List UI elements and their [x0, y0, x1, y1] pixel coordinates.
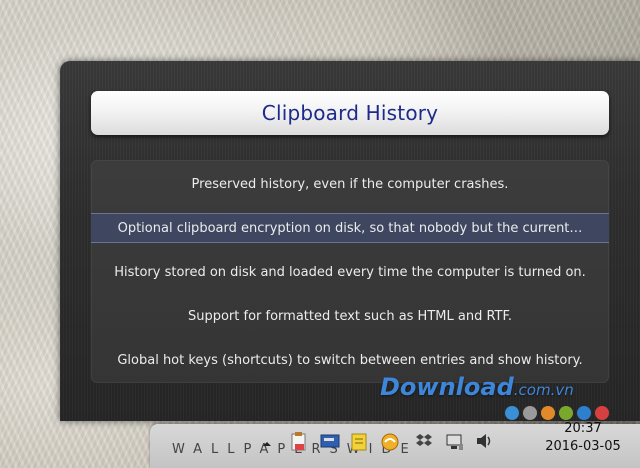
note-icon[interactable] — [350, 432, 368, 451]
watermark-logo: Download.com.vn — [380, 373, 574, 401]
list-item-text: Support for formatted text such as HTML … — [187, 308, 513, 324]
clock-date: 2016-03-05 — [545, 439, 621, 454]
list-item[interactable]: History stored on disk and loaded every … — [91, 257, 609, 287]
clock-time: 20:37 — [564, 421, 602, 436]
network-icon[interactable] — [445, 432, 463, 450]
sync-icon[interactable] — [380, 432, 399, 451]
clipboard-icon[interactable] — [290, 432, 308, 451]
list-item-selected[interactable]: Optional clipboard encryption on disk, s… — [91, 213, 609, 243]
list-item-text: Global hot keys (shortcuts) to switch be… — [117, 352, 583, 368]
dot — [577, 406, 591, 420]
list-item[interactable]: Global hot keys (shortcuts) to switch be… — [91, 345, 609, 375]
list-item-text: Preserved history, even if the computer … — [191, 176, 509, 192]
dropbox-icon[interactable] — [415, 432, 433, 450]
watermark-dots — [505, 406, 609, 420]
chevron-up-icon[interactable] — [260, 436, 278, 454]
dot — [523, 406, 537, 420]
watermark-main: Download — [380, 373, 514, 401]
dot — [541, 406, 555, 420]
window-title: Clipboard History — [261, 101, 439, 125]
volume-icon[interactable] — [475, 432, 493, 450]
list-item-text: History stored on disk and loaded every … — [114, 264, 586, 280]
watermark-suffix: .com.vn — [513, 381, 574, 399]
dot — [595, 406, 609, 420]
dot — [505, 406, 519, 420]
taskbar: WALLPAPERSWIDE 20:37 2016-03-05 — [150, 421, 640, 468]
dot — [559, 406, 573, 420]
list-item[interactable]: Support for formatted text such as HTML … — [91, 301, 609, 331]
network-card-icon[interactable] — [320, 432, 340, 450]
title-bar: Clipboard History — [91, 91, 609, 135]
clipboard-history-window: Clipboard History Preserved history, eve… — [60, 61, 640, 421]
list-item-text: Optional clipboard encryption on disk, s… — [117, 220, 583, 236]
list-item[interactable]: Preserved history, even if the computer … — [91, 169, 609, 199]
system-clock[interactable]: 20:37 2016-03-05 — [533, 420, 633, 456]
history-list: Preserved history, even if the computer … — [91, 160, 609, 383]
